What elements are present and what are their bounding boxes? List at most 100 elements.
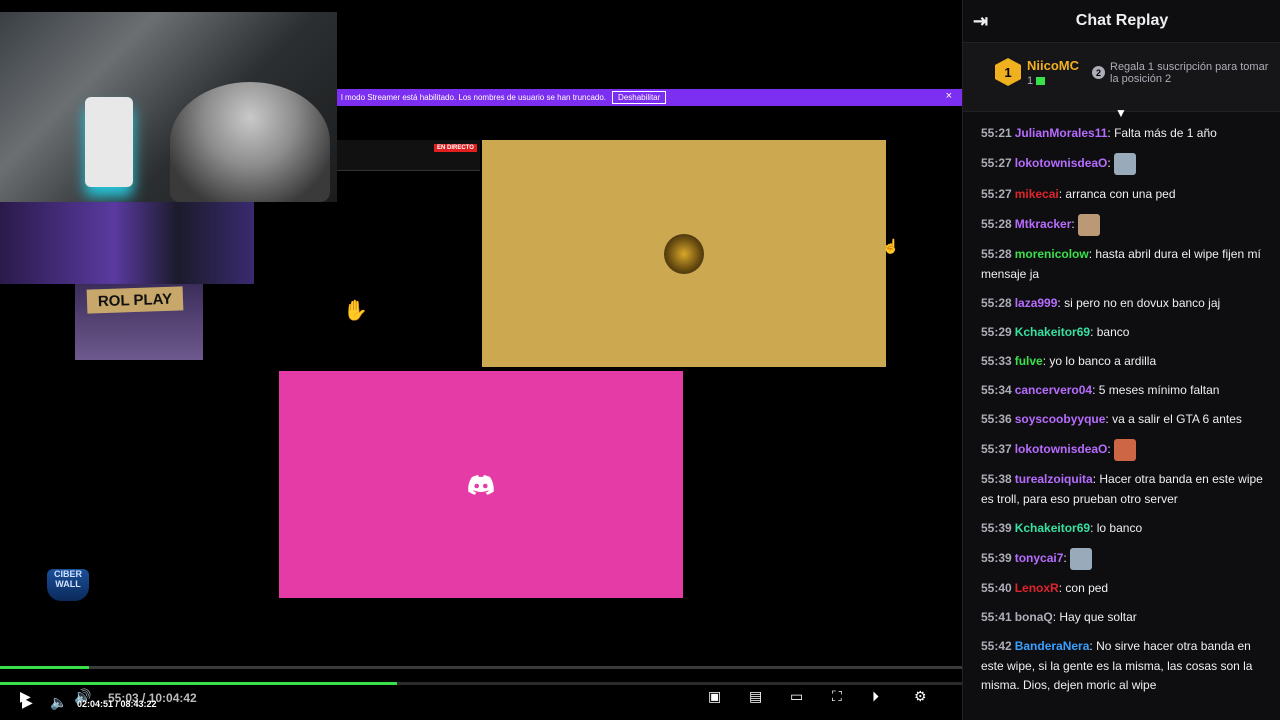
message-time: 55:28 — [981, 295, 1012, 310]
volume-icon[interactable]: 🔈 — [50, 694, 67, 711]
message-username[interactable]: fulve — [1015, 354, 1043, 368]
message-colon: : — [1090, 324, 1097, 339]
live-badge: EN DIRECTO — [434, 144, 477, 152]
close-icon[interactable]: × — [946, 90, 952, 102]
chat-replay-panel: ⇥ Chat Replay 1 NiicoMC 1 2 Regala 1 sus… — [962, 0, 1280, 720]
message-colon: : — [1071, 216, 1079, 231]
message-time: 55:40 — [981, 581, 1012, 595]
message-text: lo banco — [1096, 520, 1143, 535]
rol-play-sign: ROL PLAY — [86, 286, 184, 314]
message-time: 55:37 — [981, 441, 1012, 456]
leaderboard-gift-count: 1 — [1027, 75, 1046, 87]
chat-message: 55:39 tonycai7: — [981, 547, 1271, 570]
chat-title: Chat Replay — [1075, 12, 1169, 29]
message-time: 55:27 — [981, 186, 1012, 201]
message-username[interactable]: soyscoobyyque — [1015, 412, 1106, 426]
message-username[interactable]: BanderaNera — [1015, 639, 1090, 653]
streamer-mode-banner: l modo Streamer está habilitado. Los nom… — [337, 89, 962, 106]
air-cooler-image — [85, 97, 133, 187]
message-colon: : — [1107, 156, 1115, 171]
message-text: Falta más de 1 año — [1114, 126, 1217, 140]
chevron-down-icon[interactable]: ▼ — [1115, 106, 1127, 120]
message-username[interactable]: JulianMorales11 — [1015, 126, 1108, 140]
message-time: 55:33 — [981, 353, 1012, 368]
disable-button[interactable]: Deshabilitar — [612, 91, 667, 104]
message-username[interactable]: turealzoiquita — [1015, 472, 1093, 486]
message-username[interactable]: morenicolow — [1015, 247, 1089, 261]
chat-message: 55:36 soyscoobyyque: va a salir el GTA 6 … — [981, 410, 1271, 430]
chat-message: 55:27 mikecai: arranca con una ped — [981, 185, 1271, 205]
logo-text-bottom: WALL — [55, 579, 81, 589]
message-text: Hay que soltar — [1059, 610, 1137, 624]
chat-message: 55:41 bonaQ: Hay que soltar — [981, 608, 1271, 628]
video-stage[interactable]: ROL PLAY l modo Streamer está habilitado… — [0, 0, 962, 720]
message-text: arranca con una ped — [1065, 186, 1176, 201]
chat-message: 55:42 BanderaNera: No sirve hacer otra ba… — [981, 637, 1271, 696]
message-text: yo lo banco a ardilla — [1049, 353, 1157, 368]
emote-icon — [1070, 547, 1093, 570]
voice-tile-pink — [279, 371, 683, 598]
chat-message: 55:21 JulianMorales11: Falta más de 1 año — [981, 124, 1271, 144]
streamer-image — [170, 82, 330, 202]
discord-icon — [468, 474, 494, 495]
outer-progress-fill — [0, 682, 397, 685]
message-text: si pero no en dovux banco jaj — [1064, 295, 1221, 310]
message-username[interactable]: mikecai — [1015, 187, 1059, 201]
message-time: 55:28 — [981, 247, 1012, 261]
message-username[interactable]: Kchakeitor69 — [1015, 325, 1090, 339]
message-colon: : — [1063, 550, 1071, 565]
rank2-badge: 2 — [1092, 66, 1105, 79]
sub-leaderboard: 1 NiicoMC 1 2 Regala 1 suscripción para … — [963, 42, 1280, 112]
avatar — [664, 233, 704, 274]
gift-icon — [1036, 77, 1046, 86]
pointer-cursor-icon: ☝ — [882, 238, 900, 254]
message-time: 55:34 — [981, 382, 1012, 397]
logo-text-top: CIBER — [53, 569, 82, 579]
message-time: 55:41 — [981, 610, 1012, 624]
message-username[interactable]: bonaQ — [1015, 610, 1053, 624]
emote-icon — [1114, 438, 1137, 461]
message-username[interactable]: LenoxR — [1015, 581, 1059, 595]
message-username[interactable]: Mtkracker — [1015, 217, 1072, 231]
hand-cursor-icon: ✋ — [343, 300, 368, 322]
rank1-badge: 1 — [995, 58, 1021, 86]
message-time: 55:42 — [981, 639, 1012, 653]
message-time: 55:28 — [981, 216, 1012, 231]
emote-icon — [1114, 153, 1137, 175]
chat-message: 55:38 turealzoiquita: Hacer otra banda en… — [981, 470, 1271, 509]
message-time: 55:36 — [981, 411, 1012, 426]
ciberwall-logo: CIBER WALL — [47, 569, 89, 601]
message-time: 55:38 — [981, 472, 1012, 486]
play-icon[interactable]: ▶ — [22, 694, 33, 711]
inner-progress-bar — [0, 666, 962, 669]
message-username[interactable]: lokotownisdeaO — [1015, 442, 1108, 456]
message-time: 55:39 — [981, 550, 1012, 565]
chat-message: 55:29 Kchakeitor69: banco — [981, 323, 1271, 343]
chat-message: 55:28 Mtkracker: — [981, 213, 1271, 236]
message-username[interactable]: lokotownisdeaO — [1015, 156, 1108, 170]
banner-text: l modo Streamer está habilitado. Los nom… — [341, 93, 607, 102]
message-colon: : — [1107, 441, 1115, 456]
rol-play-image: ROL PLAY — [75, 284, 203, 360]
chat-message: 55:39 Kchakeitor69: lo banco — [981, 519, 1271, 539]
message-username[interactable]: laza999 — [1015, 296, 1058, 310]
chat-message: 55:33 fulve: yo lo banco a ardilla — [981, 352, 1271, 372]
message-time: 55:29 — [981, 324, 1012, 339]
gift-count: 1 — [1027, 75, 1034, 87]
chat-message: 55:40 LenoxR: con ped — [981, 579, 1271, 599]
message-time: 55:27 — [981, 156, 1012, 171]
chat-message: 55:37 lokotownisdeaO: — [981, 438, 1271, 461]
message-text: va a salir el GTA 6 antes — [1112, 411, 1242, 426]
collapse-menu-icon[interactable]: ⇥ — [973, 11, 988, 32]
chat-message: 55:28 laza999: si pero no en dovux banco … — [981, 294, 1271, 314]
message-username[interactable]: Kchakeitor69 — [1015, 521, 1090, 535]
message-colon: : — [1092, 382, 1099, 397]
message-username[interactable]: cancervero04 — [1015, 383, 1092, 397]
chat-message-list: 55:21 JulianMorales11: Falta más de 1 año… — [981, 124, 1271, 705]
leaderboard-name[interactable]: NiicoMC — [1027, 58, 1079, 73]
chat-message: 55:34 cancervero04: 5 meses mínimo faltan — [981, 381, 1271, 401]
message-colon: : — [1090, 520, 1097, 535]
message-username[interactable]: tonycai7 — [1015, 551, 1064, 565]
message-time: 55:39 — [981, 520, 1012, 535]
emote-icon — [1078, 213, 1101, 236]
